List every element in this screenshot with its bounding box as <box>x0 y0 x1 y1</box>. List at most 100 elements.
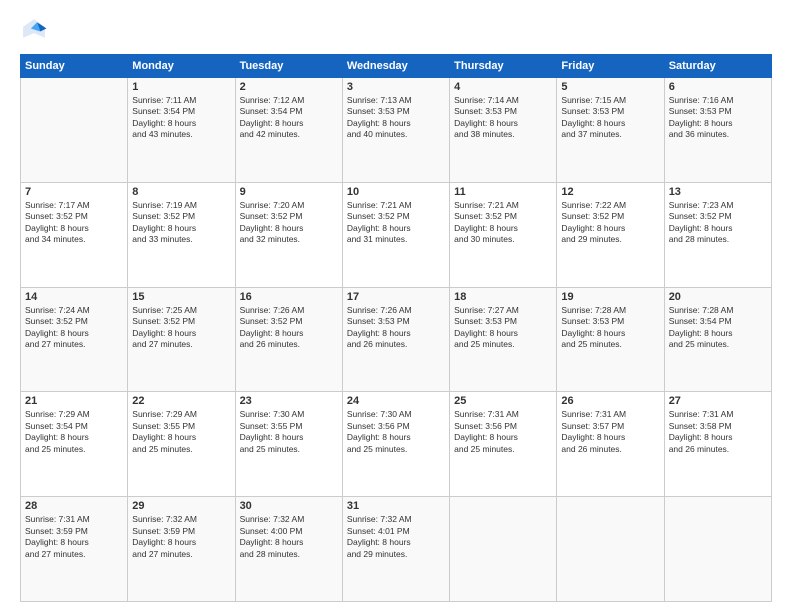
day-number: 4 <box>454 81 552 93</box>
week-row-5: 28 Sunrise: 7:31 AM Sunset: 3:59 PM Dayli… <box>21 497 772 602</box>
day-number: 31 <box>347 500 445 512</box>
day-info: Sunrise: 7:29 AM Sunset: 3:54 PM Dayligh… <box>25 409 123 455</box>
day-info: Sunrise: 7:27 AM Sunset: 3:53 PM Dayligh… <box>454 305 552 351</box>
day-info: Sunrise: 7:24 AM Sunset: 3:52 PM Dayligh… <box>25 305 123 351</box>
day-cell: 18 Sunrise: 7:27 AM Sunset: 3:53 PM Dayli… <box>450 287 557 392</box>
day-number: 27 <box>669 395 767 407</box>
day-number: 10 <box>347 186 445 198</box>
day-cell: 3Sunrise: 7:13 AM Sunset: 3:53 PM Daylig… <box>342 78 449 183</box>
day-info: Sunrise: 7:28 AM Sunset: 3:54 PM Dayligh… <box>669 305 767 351</box>
day-cell: 21Sunrise: 7:29 AM Sunset: 3:54 PM Dayli… <box>21 392 128 497</box>
day-number: 3 <box>347 81 445 93</box>
day-cell: 30 Sunrise: 7:32 AM Sunset: 4:00 PM Dayli… <box>235 497 342 602</box>
header <box>20 16 772 44</box>
header-monday: Monday <box>128 55 235 78</box>
day-cell: 13Sunrise: 7:23 AM Sunset: 3:52 PM Dayli… <box>664 182 771 287</box>
day-info: Sunrise: 7:32 AM Sunset: 4:01 PM Dayligh… <box>347 514 445 560</box>
day-cell: 19 Sunrise: 7:28 AM Sunset: 3:53 PM Dayli… <box>557 287 664 392</box>
day-cell: 29 Sunrise: 7:32 AM Sunset: 3:59 PM Dayli… <box>128 497 235 602</box>
day-info: Sunrise: 7:12 AM Sunset: 3:54 PM Dayligh… <box>240 95 338 141</box>
day-info: Sunrise: 7:16 AM Sunset: 3:53 PM Dayligh… <box>669 95 767 141</box>
day-info: Sunrise: 7:26 AM Sunset: 3:53 PM Dayligh… <box>347 305 445 351</box>
day-number: 12 <box>561 186 659 198</box>
week-row-1: 1 Sunrise: 7:11 AM Sunset: 3:54 PM Daylig… <box>21 78 772 183</box>
day-cell <box>557 497 664 602</box>
header-friday: Friday <box>557 55 664 78</box>
day-number: 2 <box>240 81 338 93</box>
day-info: Sunrise: 7:31 AM Sunset: 3:58 PM Dayligh… <box>669 409 767 455</box>
day-number: 5 <box>561 81 659 93</box>
day-number: 13 <box>669 186 767 198</box>
day-cell: 8 Sunrise: 7:19 AM Sunset: 3:52 PM Daylig… <box>128 182 235 287</box>
day-number: 11 <box>454 186 552 198</box>
day-cell: 9 Sunrise: 7:20 AM Sunset: 3:52 PM Daylig… <box>235 182 342 287</box>
calendar-body: 1 Sunrise: 7:11 AM Sunset: 3:54 PM Daylig… <box>21 78 772 602</box>
day-cell: 12 Sunrise: 7:22 AM Sunset: 3:52 PM Dayli… <box>557 182 664 287</box>
day-cell: 23 Sunrise: 7:30 AM Sunset: 3:55 PM Dayli… <box>235 392 342 497</box>
day-number: 9 <box>240 186 338 198</box>
day-cell: 14Sunrise: 7:24 AM Sunset: 3:52 PM Dayli… <box>21 287 128 392</box>
day-cell: 20 Sunrise: 7:28 AM Sunset: 3:54 PM Dayli… <box>664 287 771 392</box>
day-cell: 2 Sunrise: 7:12 AM Sunset: 3:54 PM Daylig… <box>235 78 342 183</box>
day-info: Sunrise: 7:20 AM Sunset: 3:52 PM Dayligh… <box>240 200 338 246</box>
day-number: 19 <box>561 291 659 303</box>
day-number: 8 <box>132 186 230 198</box>
day-number: 28 <box>25 500 123 512</box>
day-cell: 1 Sunrise: 7:11 AM Sunset: 3:54 PM Daylig… <box>128 78 235 183</box>
day-number: 24 <box>347 395 445 407</box>
day-cell: 4 Sunrise: 7:14 AM Sunset: 3:53 PM Daylig… <box>450 78 557 183</box>
day-cell: 11 Sunrise: 7:21 AM Sunset: 3:52 PM Dayli… <box>450 182 557 287</box>
day-info: Sunrise: 7:28 AM Sunset: 3:53 PM Dayligh… <box>561 305 659 351</box>
day-number: 29 <box>132 500 230 512</box>
day-number: 26 <box>561 395 659 407</box>
calendar-header-row: Sunday Monday Tuesday Wednesday Thursday… <box>21 55 772 78</box>
header-thursday: Thursday <box>450 55 557 78</box>
day-cell: 7Sunrise: 7:17 AM Sunset: 3:52 PM Daylig… <box>21 182 128 287</box>
day-cell <box>21 78 128 183</box>
week-row-4: 21Sunrise: 7:29 AM Sunset: 3:54 PM Dayli… <box>21 392 772 497</box>
day-number: 22 <box>132 395 230 407</box>
day-info: Sunrise: 7:17 AM Sunset: 3:52 PM Dayligh… <box>25 200 123 246</box>
day-cell <box>450 497 557 602</box>
day-number: 15 <box>132 291 230 303</box>
day-cell: 26Sunrise: 7:31 AM Sunset: 3:57 PM Dayli… <box>557 392 664 497</box>
day-info: Sunrise: 7:29 AM Sunset: 3:55 PM Dayligh… <box>132 409 230 455</box>
day-cell: 27 Sunrise: 7:31 AM Sunset: 3:58 PM Dayli… <box>664 392 771 497</box>
day-cell: 24 Sunrise: 7:30 AM Sunset: 3:56 PM Dayli… <box>342 392 449 497</box>
day-cell: 25 Sunrise: 7:31 AM Sunset: 3:56 PM Dayli… <box>450 392 557 497</box>
day-info: Sunrise: 7:30 AM Sunset: 3:55 PM Dayligh… <box>240 409 338 455</box>
day-info: Sunrise: 7:32 AM Sunset: 3:59 PM Dayligh… <box>132 514 230 560</box>
day-number: 23 <box>240 395 338 407</box>
header-saturday: Saturday <box>664 55 771 78</box>
header-tuesday: Tuesday <box>235 55 342 78</box>
day-number: 6 <box>669 81 767 93</box>
day-info: Sunrise: 7:32 AM Sunset: 4:00 PM Dayligh… <box>240 514 338 560</box>
day-number: 18 <box>454 291 552 303</box>
day-number: 1 <box>132 81 230 93</box>
day-info: Sunrise: 7:31 AM Sunset: 3:56 PM Dayligh… <box>454 409 552 455</box>
day-cell: 28 Sunrise: 7:31 AM Sunset: 3:59 PM Dayli… <box>21 497 128 602</box>
day-info: Sunrise: 7:14 AM Sunset: 3:53 PM Dayligh… <box>454 95 552 141</box>
day-info: Sunrise: 7:11 AM Sunset: 3:54 PM Dayligh… <box>132 95 230 141</box>
day-cell: 6 Sunrise: 7:16 AM Sunset: 3:53 PM Daylig… <box>664 78 771 183</box>
calendar-table: Sunday Monday Tuesday Wednesday Thursday… <box>20 54 772 602</box>
day-number: 25 <box>454 395 552 407</box>
day-number: 20 <box>669 291 767 303</box>
week-row-2: 7Sunrise: 7:17 AM Sunset: 3:52 PM Daylig… <box>21 182 772 287</box>
day-cell: 5Sunrise: 7:15 AM Sunset: 3:53 PM Daylig… <box>557 78 664 183</box>
week-row-3: 14Sunrise: 7:24 AM Sunset: 3:52 PM Dayli… <box>21 287 772 392</box>
day-cell <box>664 497 771 602</box>
day-number: 17 <box>347 291 445 303</box>
day-cell: 22 Sunrise: 7:29 AM Sunset: 3:55 PM Dayli… <box>128 392 235 497</box>
day-info: Sunrise: 7:31 AM Sunset: 3:59 PM Dayligh… <box>25 514 123 560</box>
day-info: Sunrise: 7:21 AM Sunset: 3:52 PM Dayligh… <box>454 200 552 246</box>
logo-icon <box>20 16 48 44</box>
day-info: Sunrise: 7:19 AM Sunset: 3:52 PM Dayligh… <box>132 200 230 246</box>
page: Sunday Monday Tuesday Wednesday Thursday… <box>0 0 792 612</box>
day-info: Sunrise: 7:22 AM Sunset: 3:52 PM Dayligh… <box>561 200 659 246</box>
day-info: Sunrise: 7:30 AM Sunset: 3:56 PM Dayligh… <box>347 409 445 455</box>
day-number: 16 <box>240 291 338 303</box>
header-sunday: Sunday <box>21 55 128 78</box>
day-cell: 16Sunrise: 7:26 AM Sunset: 3:52 PM Dayli… <box>235 287 342 392</box>
day-number: 30 <box>240 500 338 512</box>
